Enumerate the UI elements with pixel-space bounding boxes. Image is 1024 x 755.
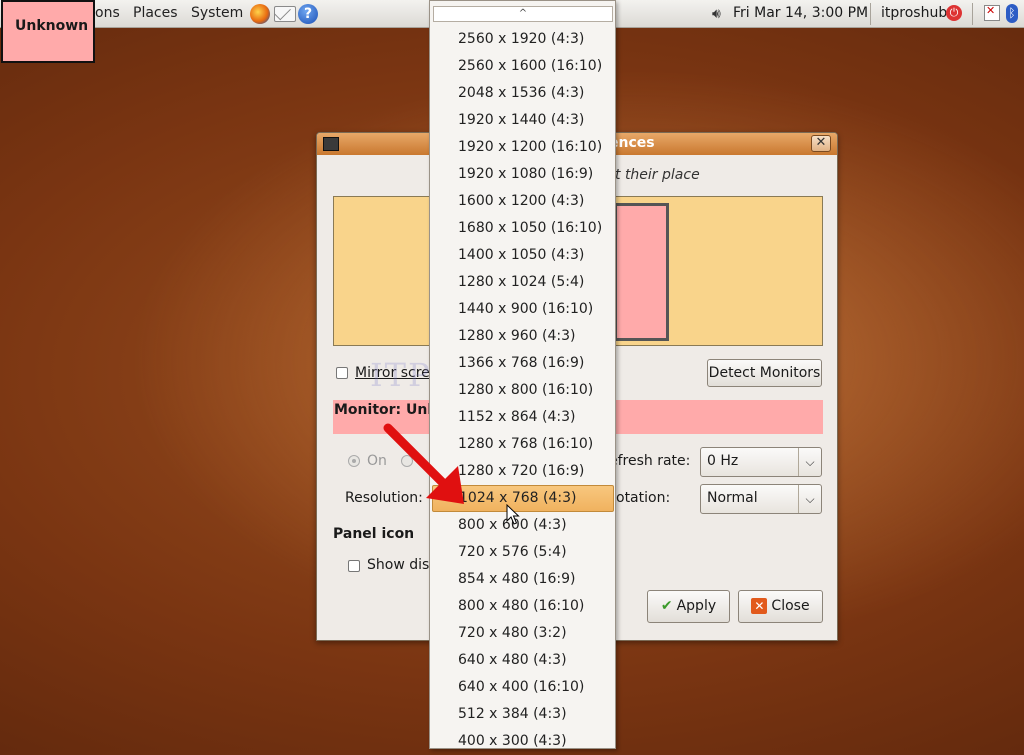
bluetooth-icon[interactable]: ᛒ [1006,4,1018,23]
refresh-rate-label: efresh rate: [609,453,691,469]
show-displays-checkbox[interactable] [348,560,360,572]
monitor-heading: Monitor: Unk [334,402,437,418]
help-icon[interactable]: ? [298,4,318,24]
resolution-option[interactable]: 1680 x 1050 (16:10) [430,215,615,242]
chevron-down-icon: ⌵ [798,448,821,476]
monitor-icon [323,137,339,151]
refresh-rate-value: 0 Hz [707,453,739,469]
volume-icon[interactable]: 🔊︎ [712,6,728,22]
on-radio[interactable] [348,455,360,467]
resolution-option[interactable]: 640 x 400 (16:10) [430,674,615,701]
red-arrow-annotation [383,423,464,504]
resolution-option[interactable]: 1440 x 900 (16:10) [430,296,615,323]
resolution-dropdown-list[interactable]: ^ 2560 x 1920 (4:3) 2560 x 1600 (16:10) 20… [429,0,616,749]
unknown-monitor-label: Unknown [1,0,95,63]
apply-button[interactable]: ✔ Apply [647,590,730,623]
clock[interactable]: Fri Mar 14, 3:00 PM [733,5,868,21]
resolution-option[interactable]: 854 x 480 (16:9) [430,566,615,593]
resolution-option[interactable]: 720 x 576 (5:4) [430,539,615,566]
detect-monitors-button[interactable]: Detect Monitors [707,359,822,387]
rotation-value: Normal [707,490,758,506]
monitor-rectangle[interactable] [614,203,669,341]
resolution-option[interactable]: 400 x 300 (4:3) [430,728,615,755]
power-icon[interactable]: ⏻ [946,5,962,21]
system-menu[interactable]: System [191,5,243,21]
mouse-pointer-icon [506,504,520,525]
resolution-option[interactable]: 1366 x 768 (16:9) [430,350,615,377]
close-label: Close [771,598,810,614]
user-switcher[interactable]: itproshub [881,5,947,21]
mail-icon[interactable] [274,6,296,22]
resolution-option[interactable]: 720 x 480 (3:2) [430,620,615,647]
show-displays-label[interactable]: Show disp [367,557,438,573]
applications-menu[interactable]: ons [95,5,120,21]
panel-separator [972,3,973,25]
chevron-down-icon: ⌵ [798,485,821,513]
resolution-option[interactable]: 1280 x 1024 (5:4) [430,269,615,296]
places-menu[interactable]: Places [133,5,178,21]
resolution-option[interactable]: 1920 x 1080 (16:9) [430,161,615,188]
scroll-up-button[interactable]: ^ [433,6,613,22]
resolution-option[interactable]: 1400 x 1050 (4:3) [430,242,615,269]
resolution-option[interactable]: 1280 x 800 (16:10) [430,377,615,404]
resolution-option[interactable]: 2560 x 1920 (4:3) [430,26,615,53]
firefox-icon[interactable] [250,4,270,24]
close-button[interactable]: ✕ Close [738,590,823,623]
panel-separator [870,3,871,25]
resolution-option[interactable]: 800 x 600 (4:3) [430,512,615,539]
rotation-label: otation: [616,490,671,506]
window-close-button[interactable]: ✕ [811,135,831,152]
apply-label: Apply [676,598,717,614]
resolution-option[interactable]: 512 x 384 (4:3) [430,701,615,728]
resolution-option[interactable]: 2048 x 1536 (4:3) [430,80,615,107]
rotation-combo[interactable]: Normal ⌵ [700,484,822,514]
drag-hint: t their place [615,167,700,183]
mirror-screens-checkbox[interactable] [336,367,348,379]
resolution-option[interactable]: 2560 x 1600 (16:10) [430,53,615,80]
refresh-rate-combo[interactable]: 0 Hz ⌵ [700,447,822,477]
panel-icon-heading: Panel icon [333,526,415,542]
resolution-option[interactable]: 1600 x 1200 (4:3) [430,188,615,215]
resolution-option[interactable]: 640 x 480 (4:3) [430,647,615,674]
checkmark-icon: ✔ [660,598,673,614]
resolution-option[interactable]: 1280 x 960 (4:3) [430,323,615,350]
resolution-option[interactable]: 1920 x 1200 (16:10) [430,134,615,161]
close-icon: ✕ [751,598,768,614]
resolution-option[interactable]: 1920 x 1440 (4:3) [430,107,615,134]
resolution-option[interactable]: 800 x 480 (16:10) [430,593,615,620]
network-icon[interactable] [984,4,1000,21]
